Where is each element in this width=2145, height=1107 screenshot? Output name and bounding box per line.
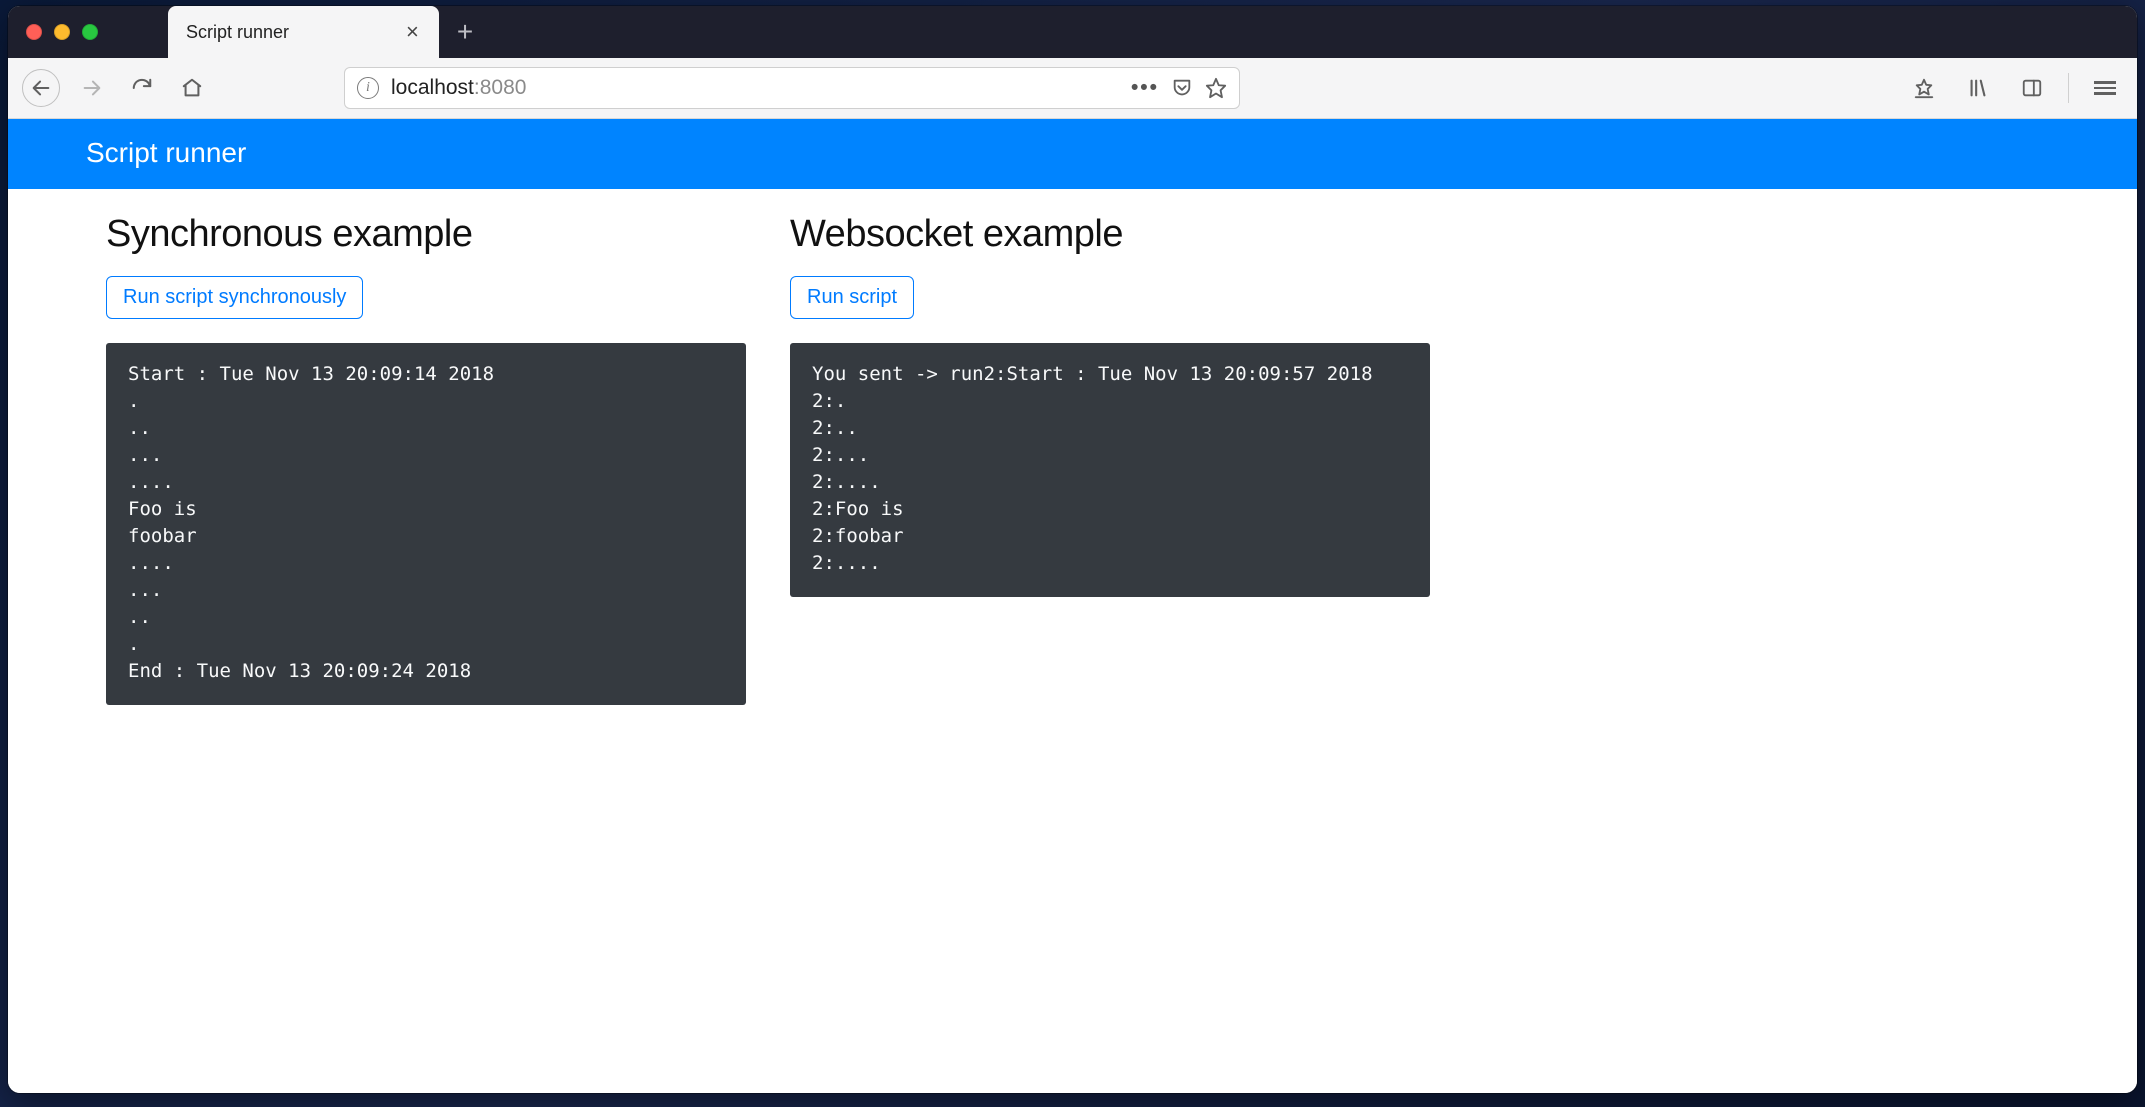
- new-tab-button[interactable]: +: [439, 16, 491, 48]
- page-actions-overflow-icon[interactable]: •••: [1131, 76, 1159, 100]
- main-columns: Synchronous example Run script synchrono…: [8, 189, 2137, 735]
- tab-strip: Script runner × +: [8, 6, 2137, 58]
- toolbar-divider: [2068, 73, 2069, 103]
- browser-toolbar: i localhost:8080 •••: [8, 58, 2137, 119]
- bookmark-page-button[interactable]: [1205, 77, 1227, 99]
- star-icon: [1205, 77, 1227, 99]
- sidebar-icon: [2021, 77, 2043, 99]
- run-websocket-button[interactable]: Run script: [790, 276, 914, 319]
- forward-button[interactable]: [74, 70, 110, 106]
- library-icon: [1967, 77, 1989, 99]
- browser-tab[interactable]: Script runner ×: [168, 6, 439, 58]
- reload-icon: [131, 77, 153, 99]
- home-button[interactable]: [174, 70, 210, 106]
- pocket-icon: [1171, 77, 1193, 99]
- sync-column: Synchronous example Run script synchrono…: [106, 207, 746, 705]
- app-banner: Script runner: [8, 119, 2137, 189]
- menu-button[interactable]: [2087, 70, 2123, 106]
- address-bar[interactable]: i localhost:8080 •••: [344, 67, 1240, 109]
- sync-heading: Synchronous example: [106, 213, 746, 256]
- sidebar-button[interactable]: [2014, 70, 2050, 106]
- window-controls: [26, 24, 98, 40]
- bookmarks-button[interactable]: [1906, 70, 1942, 106]
- hamburger-icon: [2094, 78, 2116, 98]
- close-tab-icon[interactable]: ×: [402, 17, 423, 47]
- page-viewport: Script runner Synchronous example Run sc…: [8, 119, 2137, 1093]
- arrow-right-icon: [81, 77, 103, 99]
- star-tray-icon: [1913, 77, 1935, 99]
- toolbar-right-group: [1906, 70, 2123, 106]
- websocket-output: You sent -> run2:Start : Tue Nov 13 20:0…: [790, 343, 1430, 597]
- maximize-window-button[interactable]: [82, 24, 98, 40]
- close-window-button[interactable]: [26, 24, 42, 40]
- sync-output: Start : Tue Nov 13 20:09:14 2018 . .. ..…: [106, 343, 746, 705]
- home-icon: [181, 77, 203, 99]
- back-button[interactable]: [22, 69, 60, 107]
- reload-button[interactable]: [124, 70, 160, 106]
- url-host: localhost:8080: [391, 76, 526, 100]
- browser-window: Script runner × + i localhost:8080 •••: [8, 6, 2137, 1093]
- pocket-button[interactable]: [1171, 77, 1193, 99]
- app-title: Script runner: [86, 137, 246, 168]
- websocket-column: Websocket example Run script You sent ->…: [790, 207, 1430, 705]
- websocket-heading: Websocket example: [790, 213, 1430, 256]
- tab-title: Script runner: [186, 22, 386, 43]
- minimize-window-button[interactable]: [54, 24, 70, 40]
- arrow-left-icon: [30, 77, 52, 99]
- run-sync-button[interactable]: Run script synchronously: [106, 276, 363, 319]
- library-button[interactable]: [1960, 70, 1996, 106]
- site-info-icon[interactable]: i: [357, 77, 379, 99]
